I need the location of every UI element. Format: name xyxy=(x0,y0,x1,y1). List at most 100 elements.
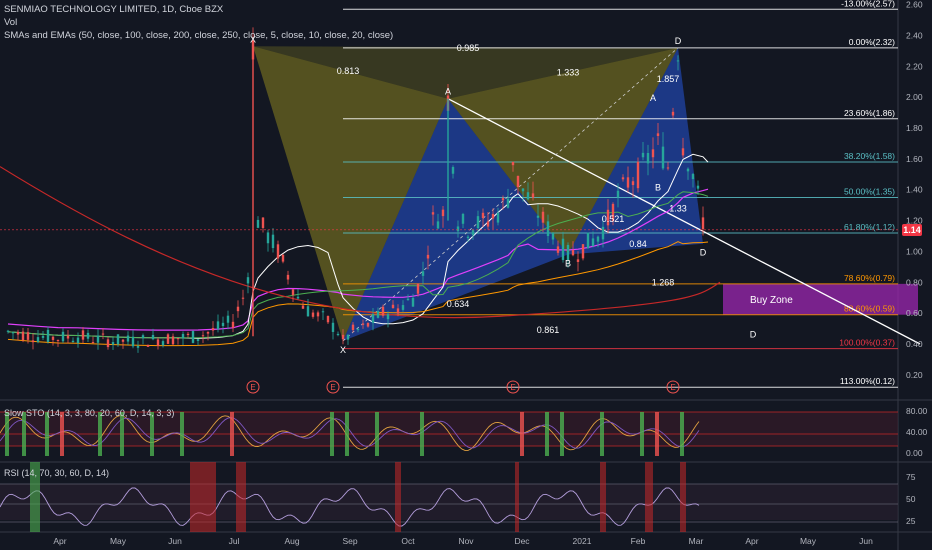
rsi-overbought-band xyxy=(645,462,653,532)
fib-level-label: 23.60%(1.86) xyxy=(844,108,895,118)
candle-body xyxy=(281,254,285,262)
candle-body xyxy=(681,148,685,156)
price-axis-label: 2.20 xyxy=(906,61,923,71)
stoch-signal-bar xyxy=(45,412,49,456)
candle-body xyxy=(696,185,700,189)
candle-body xyxy=(296,296,300,299)
candle-body xyxy=(21,331,25,341)
candle-body xyxy=(386,314,390,320)
price-axis-label: 1.40 xyxy=(906,185,923,195)
fib-level-label: 38.20%(1.58) xyxy=(844,151,895,161)
candle-body xyxy=(576,259,580,262)
candle-body xyxy=(376,311,380,318)
candle-body xyxy=(161,341,165,346)
candle-body xyxy=(301,305,305,309)
candle-body xyxy=(226,315,230,323)
candle-body xyxy=(156,339,160,346)
candle-body xyxy=(256,219,260,228)
candle-body xyxy=(481,212,485,219)
fib-level-label: 0.00%(2.32) xyxy=(849,37,895,47)
rsi-axis-label: 75 xyxy=(906,472,916,482)
candle-body xyxy=(651,149,655,158)
buy-zone-label: Buy Zone xyxy=(750,295,793,306)
candle-body xyxy=(131,336,135,347)
volume-label: Vol xyxy=(4,17,18,28)
candle-body xyxy=(316,312,320,317)
price-axis-label: 2.40 xyxy=(906,30,923,40)
stoch-axis-label: 80.00 xyxy=(906,406,928,416)
rsi-overbought-band xyxy=(236,462,246,532)
price-axis-label: 2.60 xyxy=(906,0,923,10)
candle-body xyxy=(531,193,535,198)
candle-body xyxy=(356,329,360,331)
candle-body xyxy=(61,331,65,342)
candle-body xyxy=(451,167,455,174)
rsi-overbought-band xyxy=(600,462,606,532)
candle-body xyxy=(401,305,405,310)
stoch-signal-bar xyxy=(330,412,334,456)
candle-body xyxy=(391,304,395,309)
candle-body xyxy=(311,312,315,317)
price-axis-label: 0.20 xyxy=(906,370,923,380)
time-axis-label: May xyxy=(800,536,817,546)
candle-body xyxy=(176,338,180,340)
candle-body xyxy=(381,306,385,316)
candle-body xyxy=(586,232,590,249)
time-axis-label: Feb xyxy=(631,536,646,546)
candle-body xyxy=(196,339,200,341)
candle-body xyxy=(636,161,640,189)
candle-body xyxy=(271,234,275,249)
price-axis-label: 2.00 xyxy=(906,92,923,102)
candle-body xyxy=(366,322,370,327)
candle-body xyxy=(261,217,265,228)
ratio-label: 1.333 xyxy=(557,68,580,78)
pattern-point-label: A xyxy=(445,87,451,97)
ratio-label: 0.84 xyxy=(629,239,647,249)
candle-body xyxy=(466,236,470,239)
time-axis-label: Aug xyxy=(284,536,299,546)
candle-body xyxy=(91,342,95,344)
candle-body xyxy=(166,334,170,344)
candle-body xyxy=(201,335,205,337)
candle-body xyxy=(36,337,40,342)
time-axis-label: Apr xyxy=(53,536,66,546)
candle-body xyxy=(581,244,585,259)
price-axis-label: 1.80 xyxy=(906,123,923,133)
price-axis-label: 0.80 xyxy=(906,277,923,287)
candle-body xyxy=(11,332,15,334)
ratio-label: 0.634 xyxy=(447,299,470,309)
pattern-point-label: D xyxy=(700,248,707,258)
candle-body xyxy=(26,332,30,340)
candle-body xyxy=(666,167,670,169)
stoch-signal-bar xyxy=(230,412,234,456)
pattern-point-label: B xyxy=(655,182,661,192)
candle-body xyxy=(491,213,495,219)
candle-body xyxy=(76,337,80,343)
candle-body xyxy=(336,333,340,336)
rsi-axis-label: 50 xyxy=(906,494,916,504)
stochastic-label: Slow STO (14, 3, 3, 80, 20, 60, D, 14, 3… xyxy=(4,408,175,418)
candle-body xyxy=(46,329,50,342)
candle-body xyxy=(456,226,460,232)
rsi-axis-label: 25 xyxy=(906,516,916,526)
candle-body xyxy=(231,321,235,328)
candle-body xyxy=(406,298,410,301)
price-axis-label: 0.40 xyxy=(906,339,923,349)
candle-body xyxy=(501,198,505,201)
time-axis-label: Jun xyxy=(168,536,182,546)
candle-body xyxy=(86,332,90,339)
pattern-point-label: A xyxy=(650,93,656,103)
stoch-axis-label: 40.00 xyxy=(906,427,928,437)
candle-body xyxy=(151,334,155,340)
chart-canvas[interactable]: -13.00%(2.57) 0.00%(2.32) 23.60%(1.86) 38.2… xyxy=(0,0,932,550)
candle-body xyxy=(141,335,145,339)
stoch-signal-bar xyxy=(150,412,154,456)
ratio-label: 0.521 xyxy=(602,214,625,224)
candle-body xyxy=(136,345,140,348)
ratio-label: 0.813 xyxy=(337,66,360,76)
stoch-signal-bar xyxy=(60,412,64,456)
candle-body xyxy=(516,175,520,187)
stoch-signal-bar xyxy=(520,412,524,456)
rsi-overbought-band xyxy=(515,462,519,532)
candle-body xyxy=(331,322,335,332)
